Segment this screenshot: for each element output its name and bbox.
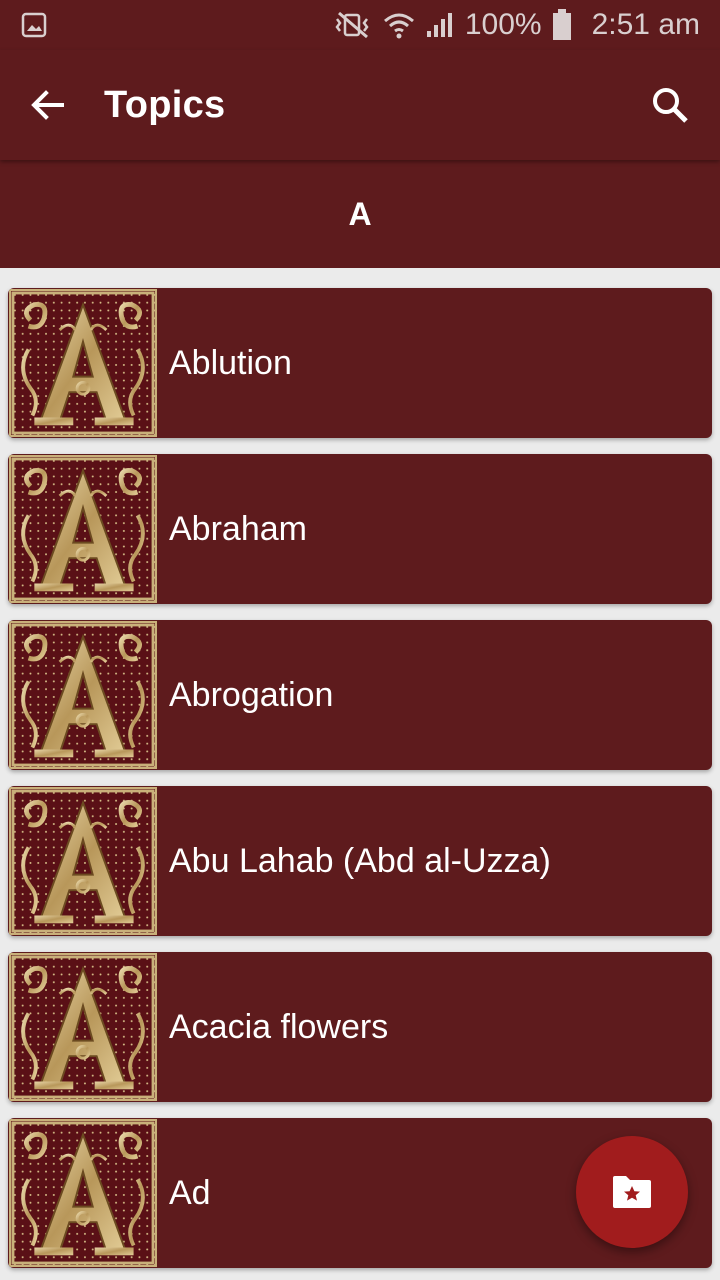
status-bar: 100% 2:51 am [0,0,720,50]
topic-item[interactable]: Abraham [8,454,712,604]
arrow-back-icon [31,90,64,120]
illuminated-letter-a-icon [9,621,157,769]
vibrate-mute-icon [335,11,369,39]
search-icon [653,88,688,123]
clock: 2:51 am [591,8,700,41]
illuminated-letter-a-icon [9,1119,157,1267]
battery-icon [552,9,571,40]
folder-star-icon [613,1176,651,1208]
topic-label: Abrogation [169,675,334,714]
back-button[interactable] [0,50,96,160]
topic-label: Acacia flowers [169,1007,389,1046]
gallery-notification-icon [21,12,47,38]
topic-item[interactable]: Ablution [8,288,712,438]
topic-list[interactable]: Ablution Abraham Abrogation Abu Lahab (A… [0,268,720,1280]
signal-icon [426,13,452,37]
illuminated-letter-a-icon [9,787,157,935]
section-letter: A [348,195,372,232]
topic-label: Ablution [169,343,292,382]
topic-item[interactable]: Acacia flowers [8,952,712,1102]
favorites-fab[interactable] [576,1136,688,1248]
battery-percent: 100% [464,8,542,41]
topic-label: Abraham [169,509,307,548]
illuminated-letter-a-icon [9,289,157,437]
topic-label: Ad [169,1173,211,1212]
app-bar: Topics [0,50,720,160]
page-title: Topics [104,83,226,126]
illuminated-letter-a-icon [9,455,157,603]
status-icons: 100% 2:51 am [333,8,700,42]
search-button[interactable] [620,50,720,160]
topic-label: Abu Lahab (Abd al-Uzza) [169,841,551,880]
illuminated-letter-a-icon [9,953,157,1101]
topic-item[interactable]: Abrogation [8,620,712,770]
section-header: A [0,160,720,268]
wifi-icon [383,13,414,39]
topic-item[interactable]: Abu Lahab (Abd al-Uzza) [8,786,712,936]
